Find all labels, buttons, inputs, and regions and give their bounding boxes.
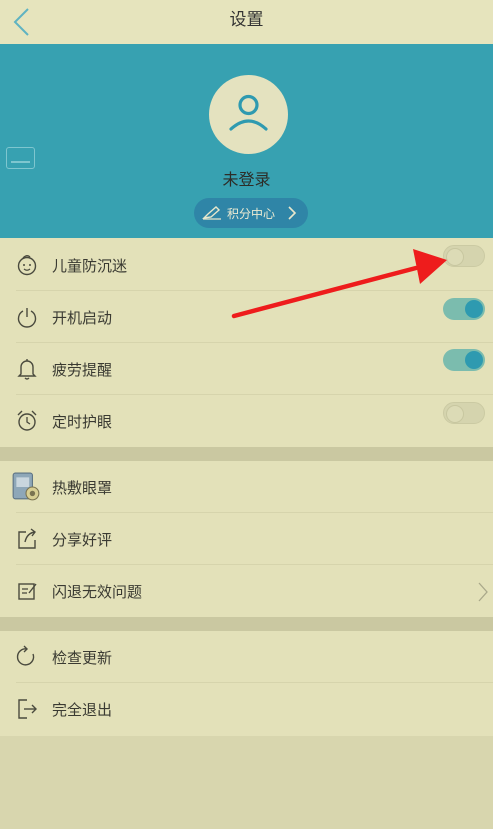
setting-label: 儿童防沉迷 <box>52 257 128 275</box>
alarm-clock-icon <box>17 410 37 431</box>
top-bar: 设置 <box>0 0 493 44</box>
refresh-icon <box>16 645 35 666</box>
eye-mask-app-icon <box>12 472 40 501</box>
power-icon <box>17 308 37 328</box>
section-divider <box>0 617 493 631</box>
setting-row-eye-mask[interactable]: 热敷眼罩 <box>0 461 493 513</box>
share-icon <box>18 528 36 549</box>
setting-label: 开机启动 <box>52 309 113 327</box>
setting-row-fatigue-reminder[interactable]: 疲劳提醒 <box>0 343 493 395</box>
empty-area <box>0 736 493 829</box>
setting-label: 完全退出 <box>52 701 113 719</box>
pen-icon <box>202 206 221 220</box>
setting-row-crash-feedback[interactable]: 闪退无效问题 <box>0 565 493 617</box>
setting-label: 分享好评 <box>52 531 113 549</box>
setting-row-auto-start[interactable]: 开机启动 <box>0 291 493 343</box>
chevron-right-icon <box>288 206 297 220</box>
avatar[interactable] <box>209 75 288 154</box>
setting-row-eye-timer[interactable]: 定时护眼 <box>0 395 493 447</box>
login-status[interactable]: 未登录 <box>0 166 493 190</box>
child-protection-toggle[interactable] <box>443 245 485 267</box>
setting-label: 疲劳提醒 <box>52 361 113 379</box>
auto-start-toggle[interactable] <box>443 298 485 320</box>
exit-icon <box>18 699 37 719</box>
fatigue-reminder-toggle[interactable] <box>443 349 485 371</box>
section-divider <box>0 447 493 461</box>
child-face-icon <box>17 255 37 276</box>
setting-label: 闪退无效问题 <box>52 583 143 601</box>
setting-label: 热敷眼罩 <box>52 479 113 497</box>
profile-header: 未登录 积分中心 <box>0 44 493 238</box>
setting-label: 检查更新 <box>52 649 113 667</box>
chevron-right-icon <box>478 582 488 602</box>
bell-icon <box>17 359 37 380</box>
points-center-button[interactable]: 积分中心 <box>194 198 308 228</box>
user-icon <box>229 94 268 131</box>
page-title: 设置 <box>229 10 264 30</box>
setting-row-exit[interactable]: 完全退出 <box>0 683 493 735</box>
feedback-icon <box>18 583 37 600</box>
setting-row-child-protection[interactable]: 儿童防沉迷 <box>0 239 493 291</box>
setting-row-share[interactable]: 分享好评 <box>0 513 493 565</box>
eye-timer-toggle[interactable] <box>443 402 485 424</box>
setting-row-check-update[interactable]: 检查更新 <box>0 631 493 683</box>
setting-label: 定时护眼 <box>52 413 113 431</box>
points-center-label: 积分中心 <box>227 207 276 221</box>
